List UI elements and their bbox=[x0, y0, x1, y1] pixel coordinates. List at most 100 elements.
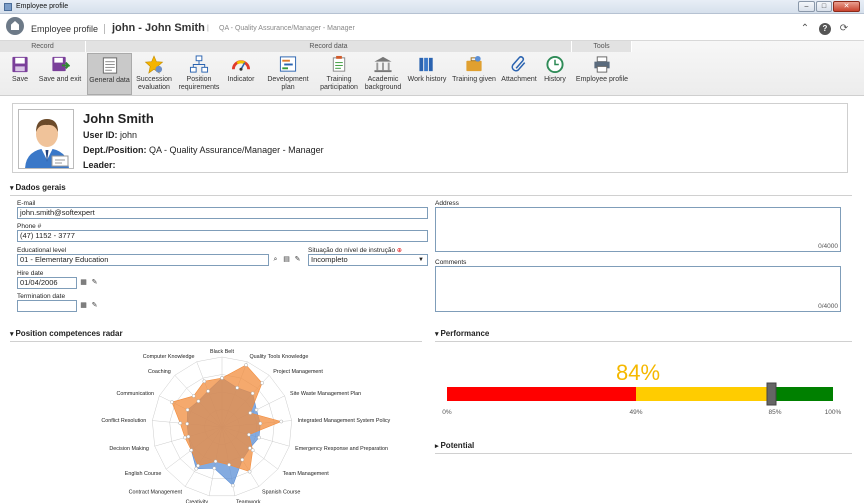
briefcase-icon bbox=[466, 55, 482, 72]
save-exit-button[interactable]: Save and exit bbox=[37, 53, 83, 95]
home-icon[interactable] bbox=[6, 17, 24, 35]
radar-point bbox=[196, 463, 200, 468]
training-participation-button[interactable]: Training participation bbox=[318, 53, 360, 95]
radar-point bbox=[213, 459, 218, 464]
attachment-button[interactable]: Attachment bbox=[500, 53, 538, 95]
minimize-button[interactable]: – bbox=[798, 1, 815, 12]
main-content: John Smith User ID: john Dept./Position:… bbox=[8, 103, 856, 503]
calendar-icon[interactable]: ▦ bbox=[78, 300, 89, 311]
refresh-icon[interactable]: ⟳ bbox=[838, 23, 850, 35]
termination-date-field[interactable] bbox=[17, 300, 77, 312]
hire-date-field[interactable]: 01/04/2006 bbox=[17, 277, 77, 289]
radar-series-orange bbox=[171, 364, 283, 473]
userid-value: john bbox=[120, 130, 138, 140]
clear-date-icon[interactable]: ✎ bbox=[89, 277, 100, 288]
history-label: History bbox=[544, 76, 566, 83]
document-icon[interactable]: ▤ bbox=[281, 254, 292, 265]
address-counter: 0/4000 bbox=[818, 243, 838, 250]
radar-point bbox=[191, 394, 196, 398]
comments-label: Comments bbox=[435, 259, 467, 266]
calendar-icon[interactable]: ▦ bbox=[78, 277, 89, 288]
radar-axis-label: Project Management bbox=[273, 369, 323, 375]
potential-section-header[interactable]: Potential bbox=[435, 441, 474, 450]
group-record-data: Record data bbox=[86, 41, 572, 52]
hire-label: Hire date bbox=[17, 270, 44, 277]
binders-icon bbox=[419, 57, 433, 72]
employee-profile-button[interactable]: Employee profile bbox=[574, 53, 630, 95]
training-icon bbox=[332, 55, 346, 72]
radar-section-header[interactable]: Position competences radar bbox=[10, 329, 122, 338]
succession-label-1: Succession bbox=[136, 76, 172, 83]
collapse-icon[interactable]: ⌃ bbox=[799, 23, 811, 35]
radar-section-divider bbox=[10, 341, 422, 342]
app-title: Employee profile bbox=[31, 24, 99, 34]
training-part-label-2: participation bbox=[320, 84, 358, 91]
profile-userid-row: User ID: john bbox=[83, 130, 137, 140]
training-given-button[interactable]: Training given bbox=[451, 53, 497, 95]
leader-label: Leader: bbox=[83, 160, 116, 170]
attachment-label: Attachment bbox=[501, 76, 537, 83]
ribbon-toolbar: Record Record data Tools Save Save and e… bbox=[0, 41, 864, 96]
radar-point bbox=[258, 421, 263, 426]
search-icon[interactable]: ⌕ bbox=[270, 254, 281, 265]
radar-point bbox=[254, 408, 259, 412]
tick-label: 85% bbox=[768, 409, 781, 416]
general-data-icon bbox=[102, 57, 117, 74]
position-label-1: Position bbox=[186, 76, 212, 83]
succession-evaluation-button[interactable]: Succession evaluation bbox=[134, 53, 174, 95]
clock-icon bbox=[546, 55, 564, 74]
printer-icon bbox=[594, 56, 610, 73]
radar-point bbox=[260, 381, 264, 385]
userid-label: User ID: bbox=[83, 130, 118, 140]
radar-axis-label: Quality Tools Knowledge bbox=[249, 354, 308, 360]
academic-background-button[interactable]: Academic background bbox=[362, 53, 404, 95]
radar-point bbox=[227, 463, 231, 467]
radar-point bbox=[189, 448, 194, 453]
development-plan-button[interactable]: Development plan bbox=[260, 53, 316, 95]
save-button[interactable]: Save bbox=[6, 53, 34, 95]
performance-section-header[interactable]: Performance bbox=[435, 329, 489, 338]
maximize-button[interactable]: □ bbox=[816, 1, 832, 12]
email-field[interactable]: john.smith@softexpert bbox=[17, 207, 428, 219]
position-label-2: requirements bbox=[178, 84, 220, 91]
address-textarea[interactable]: 0/4000 bbox=[435, 207, 841, 252]
email-label: E-mail bbox=[17, 200, 36, 207]
comments-textarea[interactable]: 0/4000 bbox=[435, 266, 841, 312]
radar-point bbox=[183, 435, 187, 440]
position-requirements-button[interactable]: Position requirements bbox=[176, 53, 222, 95]
radar-point bbox=[202, 379, 207, 384]
situacao-value: Incompleto bbox=[311, 255, 348, 264]
phone-field[interactable]: (47) 1152 - 3777 bbox=[17, 230, 428, 242]
indicator-button[interactable]: Indicator bbox=[224, 53, 258, 95]
org-chart-icon bbox=[189, 55, 209, 73]
help-icon[interactable]: ? bbox=[819, 23, 831, 35]
radar-axis-label: Integrated Management System Policy bbox=[298, 418, 391, 424]
general-data-button[interactable]: General data bbox=[87, 53, 132, 95]
history-button[interactable]: History bbox=[540, 53, 570, 95]
group-record: Record bbox=[0, 41, 86, 52]
potential-section-divider bbox=[435, 453, 852, 454]
radar-point bbox=[244, 363, 248, 367]
app-icon bbox=[4, 3, 12, 11]
profile-leader-row: Leader: bbox=[83, 160, 116, 170]
edu-field[interactable]: 01 - Elementary Education bbox=[17, 254, 269, 266]
performance-section-divider bbox=[435, 341, 852, 342]
tick-label: 100% bbox=[825, 409, 842, 416]
close-button[interactable]: ✕ bbox=[833, 1, 860, 12]
work-history-button[interactable]: Work history bbox=[406, 53, 448, 95]
work-history-label: Work history bbox=[407, 76, 447, 83]
clear-date-icon[interactable]: ✎ bbox=[89, 300, 100, 311]
gauge-icon bbox=[231, 60, 251, 71]
employee-profile-label: Employee profile bbox=[575, 76, 629, 83]
radar-point bbox=[212, 466, 217, 471]
edu-label: Educational level bbox=[17, 247, 67, 254]
academic-label-2: background bbox=[364, 84, 402, 91]
clear-icon[interactable]: ✎ bbox=[292, 254, 303, 265]
window-titlebar: Employee profile – □ ✕ bbox=[0, 0, 864, 14]
radar-axis-label: English Course bbox=[125, 471, 162, 477]
situacao-select[interactable]: Incompleto ▼ bbox=[308, 254, 428, 266]
radar-axis-label: Emergency Response and Preparation bbox=[295, 446, 388, 452]
save-label: Save bbox=[12, 76, 28, 83]
chevron-down-icon: ▼ bbox=[418, 257, 424, 263]
general-section-header[interactable]: Dados gerais bbox=[10, 183, 65, 192]
